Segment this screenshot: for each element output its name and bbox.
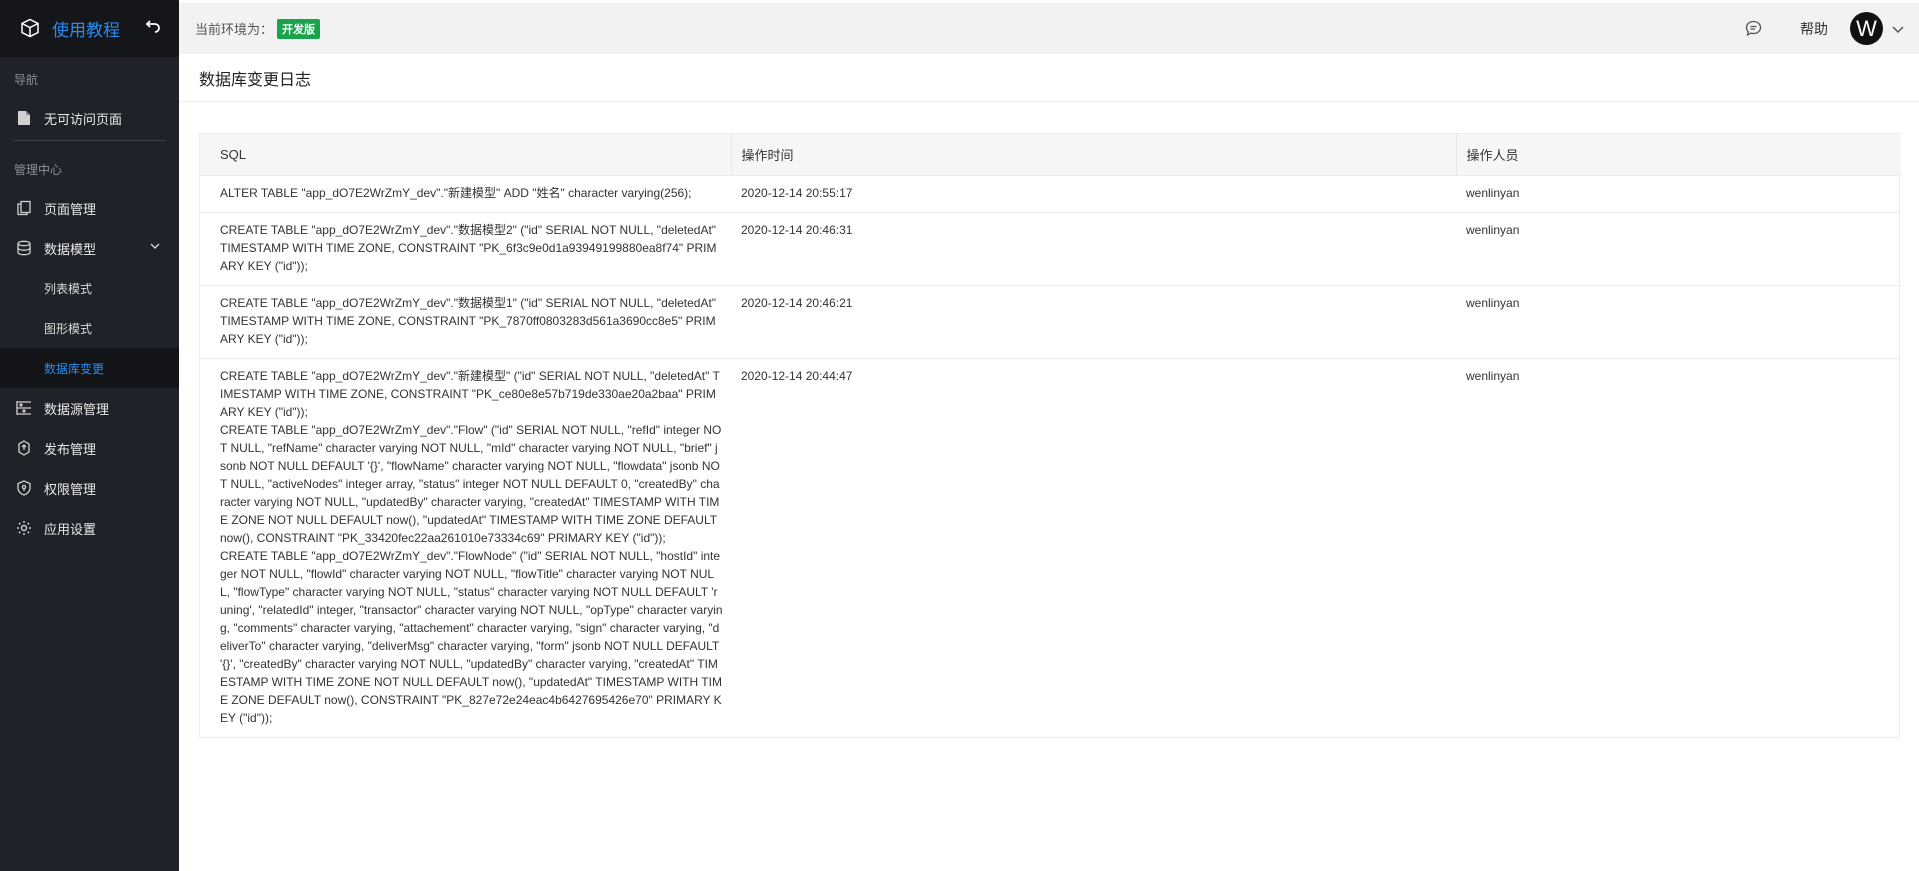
table-row: CREATE TABLE "app_dO7E2WrZmY_dev"."新建模型"… (200, 357, 1901, 737)
sidebar-item-app-settings[interactable]: 应用设置 (0, 508, 179, 548)
sidebar: 使用教程 导航 无可访问页面 管理中心 页面管理 数据模型 列表模式 图形模式 … (0, 0, 179, 871)
sidebar-item-label: 数据模型 (44, 241, 97, 257)
sidebar-item-label: 发布管理 (44, 441, 97, 457)
group-title-nav: 导航 (14, 73, 39, 87)
table-header-row: SQL 操作时间 操作人员 (200, 134, 1901, 175)
shield-icon (16, 480, 32, 496)
sidebar-item-label: 权限管理 (44, 481, 97, 497)
sidebar-item-label: 无可访问页面 (44, 111, 123, 127)
column-header-sql: SQL (200, 134, 732, 175)
operator-cell: wenlinyan (1456, 174, 1901, 212)
database-icon (16, 240, 32, 256)
table-row: CREATE TABLE "app_dO7E2WrZmY_dev"."数据模型1… (200, 284, 1901, 358)
operator-cell: wenlinyan (1456, 284, 1901, 358)
time-cell: 2020-12-14 20:55:17 (731, 174, 1456, 212)
env-badge: 开发版 (277, 18, 321, 39)
sidebar-subitem-label: 数据库变更 (44, 361, 105, 376)
time-cell: 2020-12-14 20:44:47 (731, 357, 1456, 737)
publish-icon (16, 440, 32, 456)
group-title-admin: 管理中心 (14, 163, 63, 177)
sidebar-item-data-model[interactable]: 数据模型 (0, 228, 179, 268)
sidebar-item-pages[interactable]: 页面管理 (0, 188, 179, 228)
sidebar-subitem-label: 图形模式 (44, 321, 93, 336)
time-cell: 2020-12-14 20:46:31 (731, 211, 1456, 285)
avatar[interactable]: W (1850, 12, 1883, 45)
file-icon (16, 110, 32, 126)
table-row: CREATE TABLE "app_dO7E2WrZmY_dev"."数据模型2… (200, 211, 1901, 285)
page-title: 数据库变更日志 (199, 71, 312, 89)
sidebar-subitem-list-mode[interactable]: 列表模式 (0, 268, 179, 308)
top-right-actions: 帮助 W (1745, 3, 1905, 54)
pages-icon (16, 200, 32, 216)
column-header-time: 操作时间 (731, 134, 1457, 175)
operator-cell: wenlinyan (1456, 211, 1901, 285)
sidebar-subitem-db-changes[interactable]: 数据库变更 (0, 348, 179, 388)
sidebar-subitem-graph-mode[interactable]: 图形模式 (0, 308, 179, 348)
help-link[interactable]: 帮助 (1800, 19, 1828, 39)
message-icon[interactable] (1745, 20, 1762, 37)
sql-cell: CREATE TABLE "app_dO7E2WrZmY_dev"."新建模型"… (200, 357, 731, 737)
sidebar-subitem-label: 列表模式 (44, 281, 93, 296)
chevron-down-icon[interactable] (1891, 22, 1905, 36)
sidebar-item-label: 页面管理 (44, 201, 97, 217)
sidebar-item-datasource[interactable]: 数据源管理 (0, 388, 179, 428)
app-title: 使用教程 (52, 21, 120, 40)
gear-icon (16, 520, 32, 536)
sql-cell: CREATE TABLE "app_dO7E2WrZmY_dev"."数据模型1… (200, 284, 731, 358)
cube-icon (20, 18, 42, 40)
sql-cell: CREATE TABLE "app_dO7E2WrZmY_dev"."数据模型2… (200, 211, 731, 285)
sidebar-item-label: 数据源管理 (44, 401, 110, 417)
list-settings-icon (16, 400, 32, 416)
sidebar-item-no-access[interactable]: 无可访问页面 (0, 98, 179, 138)
divider (14, 140, 165, 141)
sidebar-item-label: 应用设置 (44, 521, 97, 537)
operator-cell: wenlinyan (1456, 357, 1901, 737)
table-row: ALTER TABLE "app_dO7E2WrZmY_dev"."新建模型" … (200, 174, 1901, 212)
page-title-bar: 数据库变更日志 (179, 54, 1919, 102)
sidebar-item-permissions[interactable]: 权限管理 (0, 468, 179, 508)
app-brand: 使用教程 (0, 0, 179, 57)
sql-cell: ALTER TABLE "app_dO7E2WrZmY_dev"."新建模型" … (200, 174, 731, 212)
column-header-operator: 操作人员 (1456, 134, 1901, 175)
env-label: 当前环境为： (195, 22, 274, 37)
sidebar-item-publish[interactable]: 发布管理 (0, 428, 179, 468)
time-cell: 2020-12-14 20:46:21 (731, 284, 1456, 358)
chevron-down-icon (149, 240, 161, 255)
change-log-table: SQL 操作时间 操作人员 ALTER TABLE "app_dO7E2WrZm… (199, 133, 1901, 738)
top-bar: 当前环境为： 开发版 帮助 W (179, 3, 1919, 54)
undo-icon[interactable] (145, 18, 161, 39)
